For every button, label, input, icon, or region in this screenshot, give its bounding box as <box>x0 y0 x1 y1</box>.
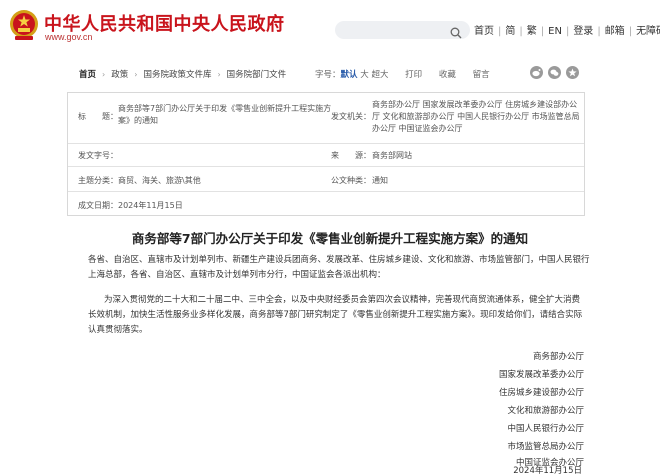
signatory: 国家发展改革委办公厅 <box>498 370 584 380</box>
link-home[interactable]: 首页 <box>474 26 494 37</box>
search-icon[interactable] <box>450 24 462 39</box>
top-links: 首页|简|繁|EN|登录|邮箱|无障碍 <box>474 22 660 37</box>
link-english[interactable]: EN <box>548 26 562 37</box>
recipients-line-2: 上海总部，各省、自治区、直辖市及计划单列市分行，中国证监会各派出机构： <box>88 270 386 280</box>
site-header: 中华人民共和国中央人民政府 www.gov.cn 首页 | 简 | 繁 | EN | 登录 | 邮箱… <box>0 0 660 50</box>
font-xlarge-button[interactable]: 超大 <box>371 70 388 80</box>
print-button[interactable]: 打印 <box>405 70 422 80</box>
breadcrumb-library[interactable]: 国务院政策文件库 <box>143 70 211 80</box>
issuer-label: 发文机关： <box>331 112 371 121</box>
font-large-button[interactable]: 大 <box>360 70 369 80</box>
breadcrumb-home[interactable]: 首页 <box>79 70 96 80</box>
link-simplified[interactable]: 简 <box>505 26 515 37</box>
document-info-table: 标 题： 商务部等7部门办公厅关于印发《零售业创新提升工程实施方案》的通知 发文… <box>67 92 585 216</box>
signatory: 商务部办公厅 <box>532 352 584 362</box>
breadcrumb: 首页 › 政策 › 国务院政策文件库 › 国务院部门文件 <box>79 70 287 80</box>
recipients-line-1: 各省、自治区、直辖市及计划单列市、新疆生产建设兵团商务、发展改革、住房城乡建设、… <box>88 255 590 265</box>
weibo-icon[interactable] <box>530 66 543 79</box>
date-label: 成文日期： <box>78 201 118 210</box>
link-traditional[interactable]: 繁 <box>527 26 537 37</box>
type-value: 通知 <box>372 176 388 185</box>
signing-date: 2024年11月15日 <box>513 466 582 476</box>
topic-value: 商贸、海关、旅游\其他 <box>118 176 201 185</box>
breadcrumb-dept-docs[interactable]: 国务院部门文件 <box>227 70 287 80</box>
source-label: 来 源： <box>331 151 371 160</box>
site-url: www.gov.cn <box>45 32 93 42</box>
leave-message-button[interactable]: 留言 <box>473 70 490 80</box>
signatory: 中国人民银行办公厅 <box>507 424 584 434</box>
qzone-icon[interactable] <box>566 66 579 79</box>
article-title: 商务部等7部门办公厅关于印发《零售业创新提升工程实施方案》的通知 <box>131 231 529 246</box>
breadcrumb-policy[interactable]: 政策 <box>111 70 128 80</box>
docno-label: 发文字号： <box>78 151 118 160</box>
date-value: 2024年11月15日 <box>118 201 183 210</box>
wechat-icon[interactable] <box>548 66 561 79</box>
body-line-1: 为深入贯彻党的二十大和二十届二中、三中全会，以及中央财经委员会第四次会议精神，完… <box>104 295 581 305</box>
share-buttons <box>530 66 584 85</box>
favorite-button[interactable]: 收藏 <box>439 70 456 80</box>
link-login[interactable]: 登录 <box>573 26 593 37</box>
body-line-2: 长效机制，加快生活性服务业多样化发展，商务部等7部门研究制定了《零售业创新提升工… <box>88 310 583 320</box>
article-tools: 字号：默认 大 超大 打印 收藏 留言 <box>315 68 490 80</box>
national-emblem-icon[interactable] <box>8 8 40 42</box>
title-value: 商务部等7部门办公厅关于印发《零售业创新提升工程实施方案》的通知 <box>118 104 332 125</box>
signatory: 住房城乡建设部办公厅 <box>498 388 584 398</box>
breadcrumb-bar: 首页 › 政策 › 国务院政策文件库 › 国务院部门文件 字号：默认 大 超大 打印 收藏 … <box>67 63 585 85</box>
font-size-label: 字号： <box>315 70 341 80</box>
title-label: 标 题： <box>78 112 118 121</box>
signatory: 文化和旅游部办公厅 <box>507 406 584 416</box>
source-value: 商务部网站 <box>372 151 412 160</box>
type-label: 公文种类： <box>331 176 371 185</box>
link-mail[interactable]: 邮箱 <box>605 26 625 37</box>
issuer-value: 商务部办公厅 国家发展改革委办公厅 住房城乡建设部办公厅 文化和旅游部办公厅 中… <box>372 100 580 133</box>
font-default-button[interactable]: 默认 <box>341 70 358 80</box>
signatory: 市场监管总局办公厅 <box>507 442 584 452</box>
link-accessibility[interactable]: 无障碍 <box>636 26 660 37</box>
body-line-3: 认真贯彻落实。 <box>88 325 148 335</box>
topic-label: 主题分类： <box>78 176 118 185</box>
